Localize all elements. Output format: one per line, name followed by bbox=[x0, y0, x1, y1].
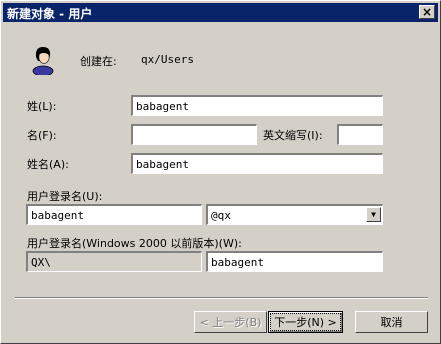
next-button-label: 下一步(N) > bbox=[270, 313, 341, 331]
full-name-label: 姓名(A): bbox=[27, 158, 69, 171]
pre2000-domain-field: QX\ bbox=[26, 251, 202, 272]
created-in-label: 创建在: bbox=[80, 55, 117, 68]
initials-input[interactable] bbox=[337, 124, 383, 145]
new-user-dialog: 新建对象 - 用户 × 创建在: qx/Users 姓(L): babagent… bbox=[0, 0, 441, 344]
separator bbox=[15, 297, 428, 299]
first-name-label: 名(F): bbox=[27, 129, 57, 142]
user-icon bbox=[32, 47, 54, 75]
cancel-button[interactable]: 取消 bbox=[355, 311, 428, 333]
initials-label: 英文缩写(I): bbox=[263, 129, 323, 142]
logon-name-label: 用户登录名(U): bbox=[27, 190, 103, 203]
title-bar[interactable]: 新建对象 - 用户 × bbox=[3, 3, 438, 22]
next-button[interactable]: 下一步(N) > bbox=[268, 311, 343, 333]
window-title: 新建对象 - 用户 bbox=[7, 7, 93, 21]
logon-name-input[interactable]: babagent bbox=[26, 204, 202, 225]
cancel-button-label: 取消 bbox=[380, 316, 403, 329]
chevron-down-icon[interactable]: ▼ bbox=[366, 207, 381, 222]
full-name-input[interactable]: babagent bbox=[131, 153, 383, 174]
last-name-label: 姓(L): bbox=[27, 100, 57, 113]
last-name-input[interactable]: babagent bbox=[131, 95, 383, 116]
created-in-value: qx/Users bbox=[141, 53, 194, 66]
pre2000-logon-input[interactable]: babagent bbox=[206, 251, 383, 272]
upn-suffix-select[interactable]: @qx ▼ bbox=[206, 204, 383, 225]
upn-suffix-value: @qx bbox=[211, 209, 231, 222]
first-name-input[interactable] bbox=[131, 124, 257, 145]
back-button-label: < 上一步(B) bbox=[199, 316, 262, 329]
close-icon: × bbox=[421, 5, 433, 19]
back-button[interactable]: < 上一步(B) bbox=[194, 311, 267, 333]
pre2000-logon-label: 用户登录名(Windows 2000 以前版本)(W): bbox=[27, 237, 242, 250]
close-button[interactable]: × bbox=[419, 5, 435, 19]
